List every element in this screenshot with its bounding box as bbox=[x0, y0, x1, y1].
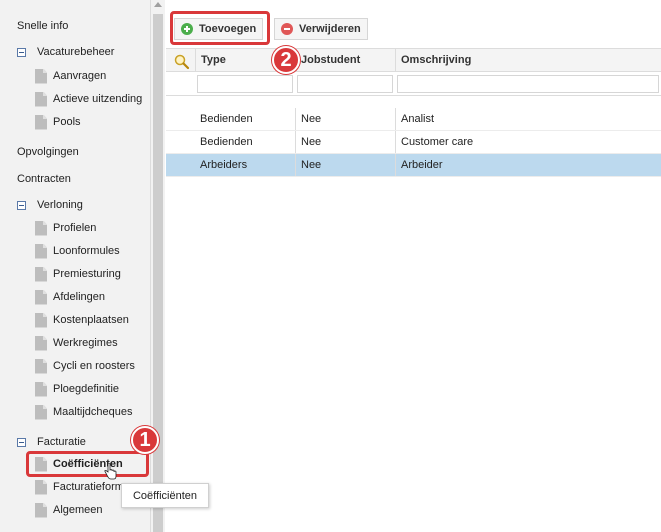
page-icon bbox=[35, 114, 47, 130]
cell-jobstudent: Nee bbox=[295, 154, 395, 176]
column-header-jobstudent[interactable]: Jobstudent bbox=[295, 49, 395, 71]
scrollbar-thumb[interactable] bbox=[153, 14, 163, 532]
page-icon bbox=[35, 266, 47, 282]
sidebar-item-label: Facturatieform bbox=[53, 481, 124, 493]
minus-icon bbox=[281, 23, 293, 35]
page-icon bbox=[35, 502, 47, 518]
tooltip: Coëfficiënten bbox=[121, 483, 209, 508]
sidebar-item-aanvragen[interactable]: Aanvragen bbox=[35, 66, 106, 86]
sidebar-item-algemeen[interactable]: Algemeen bbox=[35, 500, 103, 520]
sidebar-item-premiesturing[interactable]: Premiesturing bbox=[35, 264, 121, 284]
cell-omschrijving: Analist bbox=[395, 108, 661, 130]
cell-type: Arbeiders bbox=[200, 159, 248, 171]
page-icon bbox=[35, 479, 47, 495]
sidebar-item-contracten[interactable]: Contracten bbox=[17, 173, 71, 185]
callout-badge-1: 1 bbox=[131, 426, 159, 454]
sidebar-group-label: Facturatie bbox=[37, 436, 86, 448]
sidebar-item-actieve-uitzending[interactable]: Actieve uitzending bbox=[35, 89, 142, 109]
sidebar-item-label: Premiesturing bbox=[53, 268, 121, 280]
sidebar-item-label: Ploegdefinitie bbox=[53, 383, 120, 395]
cell-type: Bedienden bbox=[200, 113, 253, 125]
sidebar-item-label: Pools bbox=[53, 116, 81, 128]
sidebar-item-label: Werkregimes bbox=[53, 337, 118, 349]
sidebar-item-label: Profielen bbox=[53, 222, 97, 234]
sidebar-item-ploegdefinitie[interactable]: Ploegdefinitie bbox=[35, 379, 119, 399]
sidebar-item-afdelingen[interactable]: Afdelingen bbox=[35, 287, 105, 307]
sidebar-item-label: Maaltijdcheques bbox=[53, 406, 133, 418]
grid-filter-row bbox=[166, 72, 661, 96]
page-icon bbox=[35, 68, 47, 84]
sidebar-group-facturatie[interactable]: Facturatie bbox=[17, 436, 86, 448]
table-row[interactable]: Bedienden Nee Customer care bbox=[166, 131, 661, 154]
sidebar-group-verloning[interactable]: Verloning bbox=[17, 199, 83, 211]
scroll-up-icon[interactable] bbox=[154, 2, 162, 7]
sidebar-item-kostenplaatsen[interactable]: Kostenplaatsen bbox=[35, 310, 129, 330]
page-icon bbox=[35, 243, 47, 259]
cell-jobstudent: Nee bbox=[295, 131, 395, 153]
sidebar-item-maaltijdcheques[interactable]: Maaltijdcheques bbox=[35, 402, 133, 422]
page-icon bbox=[35, 91, 47, 107]
sidebar-item-label: Kostenplaatsen bbox=[53, 314, 129, 326]
delete-button[interactable]: Verwijderen bbox=[274, 18, 368, 40]
cell-jobstudent: Nee bbox=[295, 108, 395, 130]
collapse-icon[interactable] bbox=[17, 200, 26, 210]
sidebar-item-label: Actieve uitzending bbox=[53, 93, 143, 105]
sidebar-item-loonformules[interactable]: Loonformules bbox=[35, 241, 120, 261]
page-icon bbox=[35, 220, 47, 236]
sidebar-item-opvolgingen[interactable]: Opvolgingen bbox=[17, 146, 79, 158]
grid-spacer bbox=[166, 96, 661, 108]
sidebar-group-vacaturebeheer[interactable]: Vacaturebeheer bbox=[17, 46, 114, 58]
cell-omschrijving: Arbeider bbox=[395, 154, 661, 176]
data-grid: Type Jobstudent Omschrijving Bedienden N… bbox=[166, 48, 661, 177]
page-icon bbox=[35, 381, 47, 397]
callout-badge-2: 2 bbox=[272, 46, 300, 74]
collapse-icon[interactable] bbox=[17, 47, 26, 57]
page-icon bbox=[35, 358, 47, 374]
grid-header-row: Type Jobstudent Omschrijving bbox=[166, 48, 661, 72]
sidebar-item-profielen[interactable]: Profielen bbox=[35, 218, 96, 238]
collapse-icon[interactable] bbox=[17, 437, 26, 447]
sidebar-scrollbar[interactable] bbox=[151, 0, 165, 532]
table-row-selected[interactable]: Arbeiders Nee Arbeider bbox=[166, 154, 661, 177]
hand-cursor-icon bbox=[104, 463, 117, 480]
sidebar-item-label: Afdelingen bbox=[53, 291, 105, 303]
page-icon bbox=[35, 404, 47, 420]
highlight-coefficienten bbox=[26, 451, 149, 477]
delete-button-label: Verwijderen bbox=[299, 23, 361, 35]
filter-omschrijving-input[interactable] bbox=[397, 75, 659, 93]
sidebar-item-werkregimes[interactable]: Werkregimes bbox=[35, 333, 118, 353]
column-header-omschrijving[interactable]: Omschrijving bbox=[395, 49, 661, 71]
sidebar-group-label: Verloning bbox=[37, 199, 83, 211]
filter-type-input[interactable] bbox=[197, 75, 293, 93]
cell-type: Bedienden bbox=[200, 136, 253, 148]
table-row[interactable]: Bedienden Nee Analist bbox=[166, 108, 661, 131]
highlight-add-button bbox=[170, 11, 270, 45]
sidebar-group-label: Vacaturebeheer bbox=[37, 46, 115, 58]
page-icon bbox=[35, 312, 47, 328]
sidebar-item-label: Algemeen bbox=[53, 504, 103, 516]
page-icon bbox=[35, 335, 47, 351]
search-icon[interactable] bbox=[174, 54, 190, 70]
sidebar-item-cycli-en-roosters[interactable]: Cycli en roosters bbox=[35, 356, 135, 376]
cell-omschrijving: Customer care bbox=[395, 131, 661, 153]
sidebar-item-snelle-info[interactable]: Snelle info bbox=[17, 20, 68, 32]
sidebar-item-label: Loonformules bbox=[53, 245, 120, 257]
sidebar-item-label: Cycli en roosters bbox=[53, 360, 135, 372]
sidebar-item-pools[interactable]: Pools bbox=[35, 112, 81, 132]
app-window: Snelle info Vacaturebeheer Aanvragen Act… bbox=[0, 0, 661, 532]
sidebar-item-label: Aanvragen bbox=[53, 70, 107, 82]
page-icon bbox=[35, 289, 47, 305]
filter-jobstudent-input[interactable] bbox=[297, 75, 393, 93]
